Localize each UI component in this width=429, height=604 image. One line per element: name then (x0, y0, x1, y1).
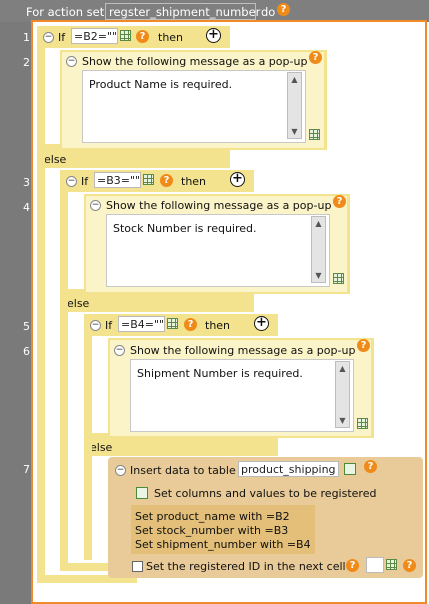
then-keyword: then (181, 175, 207, 188)
line-number: 3 (23, 176, 30, 189)
registered-id-cell-field[interactable] (366, 557, 384, 573)
collapse-icon[interactable]: − (43, 32, 54, 43)
table-name-field[interactable]: product_shipping (238, 461, 339, 477)
registered-id-label: Set the registered ID in the next cell (146, 560, 346, 573)
popup-title: Show the following message as a pop-up (82, 55, 308, 68)
message-text: Product Name is required. (89, 78, 233, 91)
condition-field[interactable]: =B4="" (118, 316, 165, 332)
line-number: 5 (23, 320, 30, 333)
insert-title: Insert data to table (130, 464, 236, 477)
set-columns-icon[interactable] (136, 487, 148, 499)
scroll-up-icon[interactable]: ▲ (289, 74, 300, 85)
message-text: Shipment Number is required. (137, 367, 303, 380)
collapse-icon[interactable]: − (90, 320, 101, 331)
else-block-rail (60, 296, 68, 568)
action-set-name-field[interactable]: regster_shipment_number (105, 3, 260, 20)
add-step-icon[interactable]: + (254, 316, 269, 331)
line-number: 7 (23, 463, 30, 476)
cell-select-icon[interactable] (386, 559, 397, 570)
help-icon[interactable]: ? (357, 339, 370, 352)
if-keyword: If (105, 319, 113, 332)
if-block-header[interactable] (84, 314, 278, 336)
help-icon[interactable]: ? (346, 559, 359, 572)
help-icon[interactable]: ? (184, 318, 197, 331)
scroll-up-icon[interactable]: ▲ (337, 363, 348, 374)
if-block-rail (60, 170, 68, 294)
popup-title: Show the following message as a pop-up (130, 344, 356, 357)
else-keyword: else (44, 153, 67, 166)
line-number: 2 (23, 56, 30, 69)
message-textarea[interactable]: Stock Number is required. (106, 214, 330, 287)
line-number: 4 (23, 201, 30, 214)
cell-select-icon[interactable] (120, 30, 131, 41)
if-block-header[interactable] (37, 26, 230, 48)
message-scrollbar[interactable]: ▲ ▼ (311, 216, 326, 283)
cell-select-icon[interactable] (357, 418, 368, 429)
line-number: 6 (23, 345, 30, 358)
add-step-icon[interactable]: + (230, 172, 245, 187)
help-icon[interactable]: ? (136, 30, 149, 43)
cell-select-icon[interactable] (309, 129, 320, 140)
edit-table-icon[interactable] (344, 463, 356, 475)
message-scrollbar[interactable]: ▲ ▼ (287, 72, 302, 139)
collapse-icon[interactable]: − (66, 56, 77, 67)
message-scrollbar[interactable]: ▲ ▼ (335, 361, 350, 428)
else-block-rail (84, 440, 92, 560)
help-icon[interactable]: ? (364, 460, 377, 473)
column-setting-line: Set stock_number with =B3 (135, 524, 289, 537)
if-block-rail (84, 314, 92, 438)
cell-select-icon[interactable] (333, 273, 344, 284)
collapse-icon[interactable]: − (66, 176, 77, 187)
else-keyword: else (90, 441, 113, 454)
action-set-header: For action set regster_shipment_number d… (0, 0, 429, 22)
if-keyword: If (58, 31, 66, 44)
help-icon[interactable]: ? (309, 51, 322, 64)
scroll-down-icon[interactable]: ▼ (313, 270, 324, 281)
condition-field[interactable]: =B3="" (94, 172, 141, 188)
help-icon[interactable]: ? (333, 195, 346, 208)
help-icon[interactable]: ? (277, 3, 290, 16)
collapse-icon[interactable]: − (114, 345, 125, 356)
scroll-down-icon[interactable]: ▼ (289, 126, 300, 137)
help-icon[interactable]: ? (160, 174, 173, 187)
then-keyword: then (205, 319, 231, 332)
collapse-icon[interactable]: − (90, 200, 101, 211)
column-setting-line: Set product_name with =B2 (135, 510, 290, 523)
message-text: Stock Number is required. (113, 222, 257, 235)
column-setting-line: Set shipment_number with =B4 (135, 538, 311, 551)
if-keyword: If (81, 175, 89, 188)
else-keyword: else (67, 297, 90, 310)
scroll-up-icon[interactable]: ▲ (313, 218, 324, 229)
collapse-icon[interactable]: − (115, 465, 126, 476)
message-textarea[interactable]: Product Name is required. (82, 70, 306, 143)
condition-field[interactable]: =B2="" (71, 28, 118, 44)
help-icon[interactable]: ? (403, 559, 416, 572)
column-settings-box[interactable]: Set product_name with =B2 Set stock_numb… (131, 505, 315, 554)
cell-select-icon[interactable] (167, 318, 178, 329)
popup-title: Show the following message as a pop-up (106, 199, 332, 212)
header-suffix-label: do (261, 5, 276, 19)
message-textarea[interactable]: Shipment Number is required. (130, 359, 354, 432)
if-block-rail (37, 26, 45, 150)
else-block-rail (37, 152, 45, 580)
line-number: 1 (23, 31, 30, 44)
header-prefix-label: For action set (26, 5, 105, 19)
if-block-header[interactable] (60, 170, 254, 192)
add-step-icon[interactable]: + (206, 28, 221, 43)
line-number-gutter (0, 22, 32, 604)
scroll-down-icon[interactable]: ▼ (337, 415, 348, 426)
then-keyword: then (158, 31, 184, 44)
registered-id-checkbox[interactable] (132, 561, 143, 572)
cell-select-icon[interactable] (143, 174, 154, 185)
else-row (84, 440, 278, 456)
set-columns-link[interactable]: Set columns and values to be registered (154, 487, 376, 500)
